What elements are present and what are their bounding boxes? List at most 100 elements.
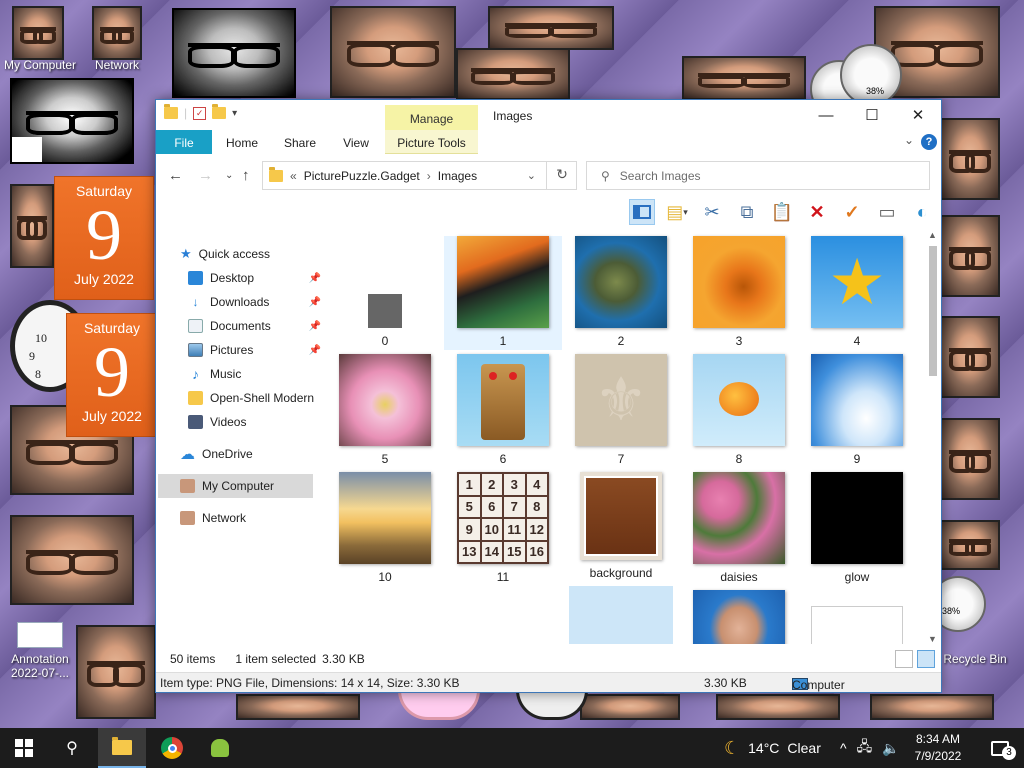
vertical-scrollbar[interactable]: ▲ ▼ [927, 230, 939, 644]
taskbar-file-explorer[interactable] [98, 728, 146, 768]
manage-context-tab[interactable]: Manage [385, 105, 478, 130]
file-item[interactable]: 3 [680, 236, 798, 348]
file-item[interactable]: 2 [562, 236, 680, 348]
folder-icon[interactable] [164, 104, 178, 119]
nav-item-downloads[interactable]: ↓ Downloads 📌 [188, 290, 323, 314]
search-box[interactable]: ⚲ Search Images [586, 161, 930, 190]
scroll-up-icon[interactable]: ▲ [928, 230, 937, 240]
show-hidden-icons-icon[interactable]: ^ [840, 740, 847, 756]
file-explorer-icon [112, 736, 132, 755]
refresh-button[interactable]: ↻ [546, 161, 577, 190]
desktop-icon-label: Network [94, 58, 139, 72]
start-button[interactable] [0, 728, 48, 768]
nav-label: Downloads [210, 295, 270, 309]
back-arrow-icon[interactable]: ← [168, 167, 183, 184]
breadcrumb-part[interactable]: Images [438, 169, 477, 183]
new-folder-dropdown-icon[interactable]: ▤ ▾ [664, 199, 690, 225]
volume-icon[interactable]: 🔈 [882, 740, 899, 757]
file-item[interactable]: 6 [444, 354, 562, 466]
forward-arrow-icon[interactable]: → [198, 167, 213, 184]
tab-share[interactable]: Share [276, 130, 324, 154]
weather-widget[interactable]: ☾ 14°C Clear [724, 728, 821, 768]
nav-item-open-shell[interactable]: Open-Shell Modern [188, 386, 323, 410]
nav-item-videos[interactable]: Videos [188, 410, 323, 434]
breadcrumb-part[interactable]: PicturePuzzle.Gadget [304, 169, 420, 183]
nav-my-computer[interactable]: My Computer [158, 474, 313, 498]
large-icons-view-icon[interactable] [917, 650, 935, 668]
nav-item-documents[interactable]: Documents 📌 [188, 314, 323, 338]
preview-pane-icon[interactable] [629, 199, 655, 225]
tab-file[interactable]: File [156, 130, 212, 154]
file-item[interactable]: 9 [798, 354, 916, 466]
address-dropdown-icon[interactable]: ⌄ [527, 169, 536, 182]
nav-item-desktop[interactable]: Desktop 📌 [188, 266, 323, 290]
close-button[interactable]: ✕ [895, 100, 941, 130]
shell-icon[interactable]: ◐ [909, 199, 935, 225]
nav-item-pictures[interactable]: Pictures 📌 [188, 338, 323, 362]
properties-card-icon[interactable]: ▭ [874, 199, 900, 225]
desktop-icon-annotation[interactable]: Annotation 2022-07-... [4, 622, 76, 680]
nav-item-music[interactable]: ♪ Music [188, 362, 323, 386]
clock-date: 7/9/2022 [914, 749, 962, 763]
desktop-icon-my-computer[interactable]: My Computer [2, 58, 78, 72]
selection-info: 1 item selected [235, 652, 317, 666]
tab-view[interactable]: View [332, 130, 380, 154]
file-item[interactable]: ⚜ 7 [562, 354, 680, 466]
minimize-button[interactable]: — [803, 100, 849, 130]
notification-center-button[interactable]: 3 [976, 728, 1024, 768]
file-item[interactable]: daisies [680, 472, 798, 584]
file-item[interactable]: 1 [444, 236, 562, 350]
file-item[interactable]: glow [798, 472, 916, 584]
collapse-ribbon-icon[interactable]: ⌄ [904, 133, 914, 147]
maximize-button[interactable]: ☐ [849, 100, 895, 130]
file-item[interactable]: 0 [326, 236, 444, 348]
file-item[interactable]: 5 [326, 354, 444, 466]
wallpaper-tile [940, 520, 1000, 570]
file-item[interactable]: background [562, 472, 680, 580]
file-item[interactable]: 10 [326, 472, 444, 584]
file-item[interactable]: 8 [680, 354, 798, 466]
new-folder-icon[interactable] [212, 104, 227, 119]
file-item[interactable]: ★ 4 [798, 236, 916, 348]
pin-icon[interactable]: 📌 [309, 273, 321, 284]
tab-picture-tools[interactable]: Picture Tools [385, 130, 478, 154]
taskbar-android-app[interactable] [196, 728, 244, 768]
desktop-icon-recycle-bin[interactable]: Recycle Bin [940, 652, 1010, 666]
delete-icon[interactable]: ✕ [804, 199, 830, 225]
calendar-day: 9 [86, 195, 122, 275]
up-arrow-icon[interactable]: ↑ [242, 167, 250, 184]
file-item[interactable] [798, 606, 916, 644]
search-input[interactable]: Search Images [620, 169, 701, 183]
rename-check-icon[interactable]: ✓ [839, 199, 865, 225]
file-item[interactable] [680, 590, 798, 644]
scrollbar-thumb[interactable] [929, 246, 937, 376]
nav-network[interactable]: Network [180, 506, 315, 530]
desktop-icon-network[interactable]: Network [86, 58, 148, 72]
customize-toolbar-icon[interactable]: ▾ [232, 108, 237, 119]
clock[interactable]: 8:34 AM 7/9/2022 [906, 731, 970, 765]
cut-icon[interactable]: ✂ [699, 199, 725, 225]
file-item[interactable] [562, 586, 680, 644]
copy-icon[interactable]: ⧉ [734, 199, 760, 225]
properties-icon[interactable]: ✓ [193, 106, 207, 120]
nav-quick-access[interactable]: ★ Quick access [180, 242, 315, 266]
nav-onedrive[interactable]: ☁ OneDrive [180, 442, 315, 466]
pin-icon[interactable]: 📌 [309, 345, 321, 356]
network-icon[interactable]: 🖧 [857, 736, 873, 760]
paste-icon[interactable]: 📋 [769, 199, 795, 225]
selection-size: 3.30 KB [322, 652, 365, 666]
address-overflow[interactable]: « [290, 169, 297, 183]
pin-icon[interactable]: 📌 [309, 297, 321, 308]
recent-locations-icon[interactable]: ⌄ [225, 170, 233, 181]
file-item[interactable]: 1 2 3 4 5 6 7 8 9 10 11 12 13 14 15 16 11 [444, 472, 562, 584]
taskbar-chrome[interactable] [148, 728, 196, 768]
address-bar[interactable]: « PicturePuzzle.Gadget › Images ⌄ [262, 161, 577, 190]
star-icon: ★ [180, 246, 192, 261]
help-icon[interactable]: ? [921, 134, 937, 150]
scroll-down-icon[interactable]: ▼ [928, 634, 937, 644]
details-view-icon[interactable] [895, 650, 913, 668]
pin-icon[interactable]: 📌 [309, 321, 321, 332]
tab-home[interactable]: Home [218, 130, 266, 154]
search-button[interactable]: ⚲ [48, 728, 96, 768]
wallpaper-tile [236, 694, 360, 720]
